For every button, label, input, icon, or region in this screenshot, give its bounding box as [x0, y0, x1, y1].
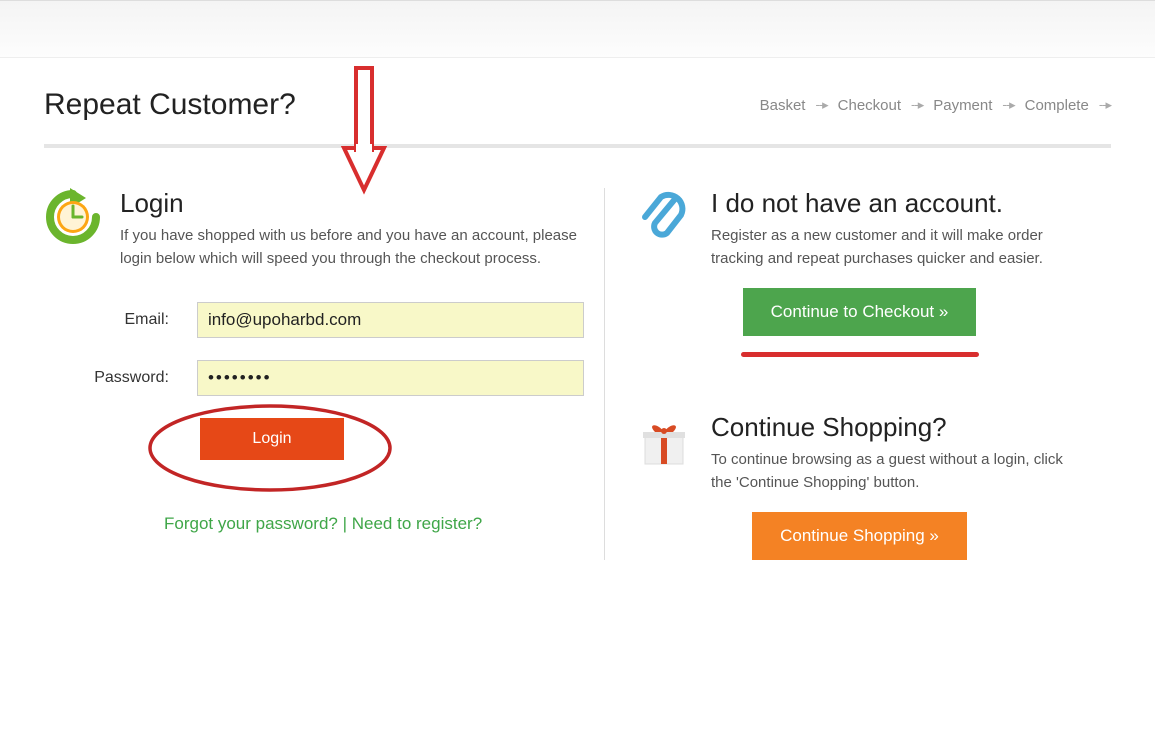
- clock-refresh-icon: [44, 188, 102, 246]
- link-separator: |: [338, 514, 352, 533]
- register-link[interactable]: Need to register?: [352, 514, 482, 533]
- login-button[interactable]: Login: [200, 418, 344, 460]
- continue-shopping-title: Continue Shopping?: [711, 412, 1084, 443]
- no-account-title: I do not have an account.: [711, 188, 1084, 219]
- paperclip-icon: [635, 188, 693, 246]
- email-field[interactable]: [197, 302, 584, 338]
- top-band: [0, 0, 1155, 58]
- password-field[interactable]: [197, 360, 584, 396]
- forgot-password-link[interactable]: Forgot your password?: [164, 514, 338, 533]
- chevron-right-icon: --▸: [911, 97, 923, 113]
- header-row: Repeat Customer? Basket --▸ Checkout --▸…: [44, 58, 1111, 148]
- continue-shopping-button[interactable]: Continue Shopping »: [752, 512, 967, 560]
- breadcrumb-step-checkout[interactable]: Checkout: [838, 97, 901, 114]
- no-account-desc: Register as a new customer and it will m…: [711, 225, 1084, 270]
- breadcrumb-step-basket[interactable]: Basket: [760, 97, 806, 114]
- login-title: Login: [120, 188, 584, 219]
- gift-icon: [635, 412, 693, 470]
- annotation-underline: [741, 352, 979, 357]
- breadcrumb: Basket --▸ Checkout --▸ Payment --▸ Comp…: [760, 97, 1111, 114]
- breadcrumb-step-complete[interactable]: Complete: [1025, 97, 1089, 114]
- chevron-right-icon: --▸: [815, 97, 827, 113]
- page-title: Repeat Customer?: [44, 88, 296, 122]
- breadcrumb-step-payment[interactable]: Payment: [933, 97, 992, 114]
- password-label: Password:: [44, 369, 197, 387]
- email-label: Email:: [44, 311, 197, 329]
- chevron-right-icon: --▸: [1002, 97, 1014, 113]
- continue-checkout-button[interactable]: Continue to Checkout »: [743, 288, 977, 336]
- chevron-right-icon: --▸: [1099, 97, 1111, 113]
- login-desc: If you have shopped with us before and y…: [120, 225, 584, 270]
- continue-shopping-desc: To continue browsing as a guest without …: [711, 449, 1084, 494]
